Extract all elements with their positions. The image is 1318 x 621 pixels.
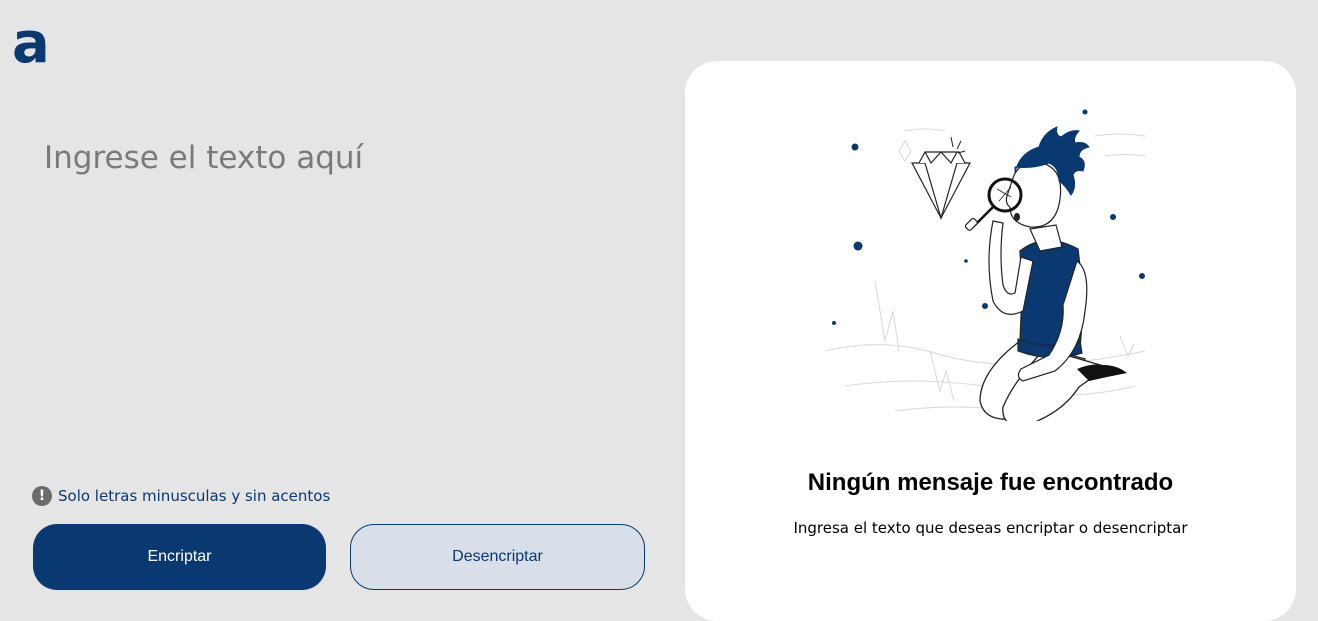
exclamation-icon: ! [32, 486, 52, 506]
hint-text: Solo letras minusculas y sin acentos [58, 487, 331, 505]
text-input[interactable] [40, 140, 648, 440]
empty-state-title: Ningún mensaje fue encontrado [807, 469, 1174, 496]
empty-state-subtitle: Ingresa el texto que deseas encriptar o … [793, 519, 1188, 537]
decrypt-button[interactable]: Desencriptar [350, 524, 645, 590]
person-magnifying-glass-illustration [824, 109, 1146, 421]
logo: a [12, 11, 50, 76]
hint: ! Solo letras minusculas y sin acentos [32, 486, 330, 506]
encrypt-button[interactable]: Encriptar [33, 524, 326, 590]
output-panel: Ningún mensaje fue encontrado Ingresa el… [685, 61, 1296, 621]
